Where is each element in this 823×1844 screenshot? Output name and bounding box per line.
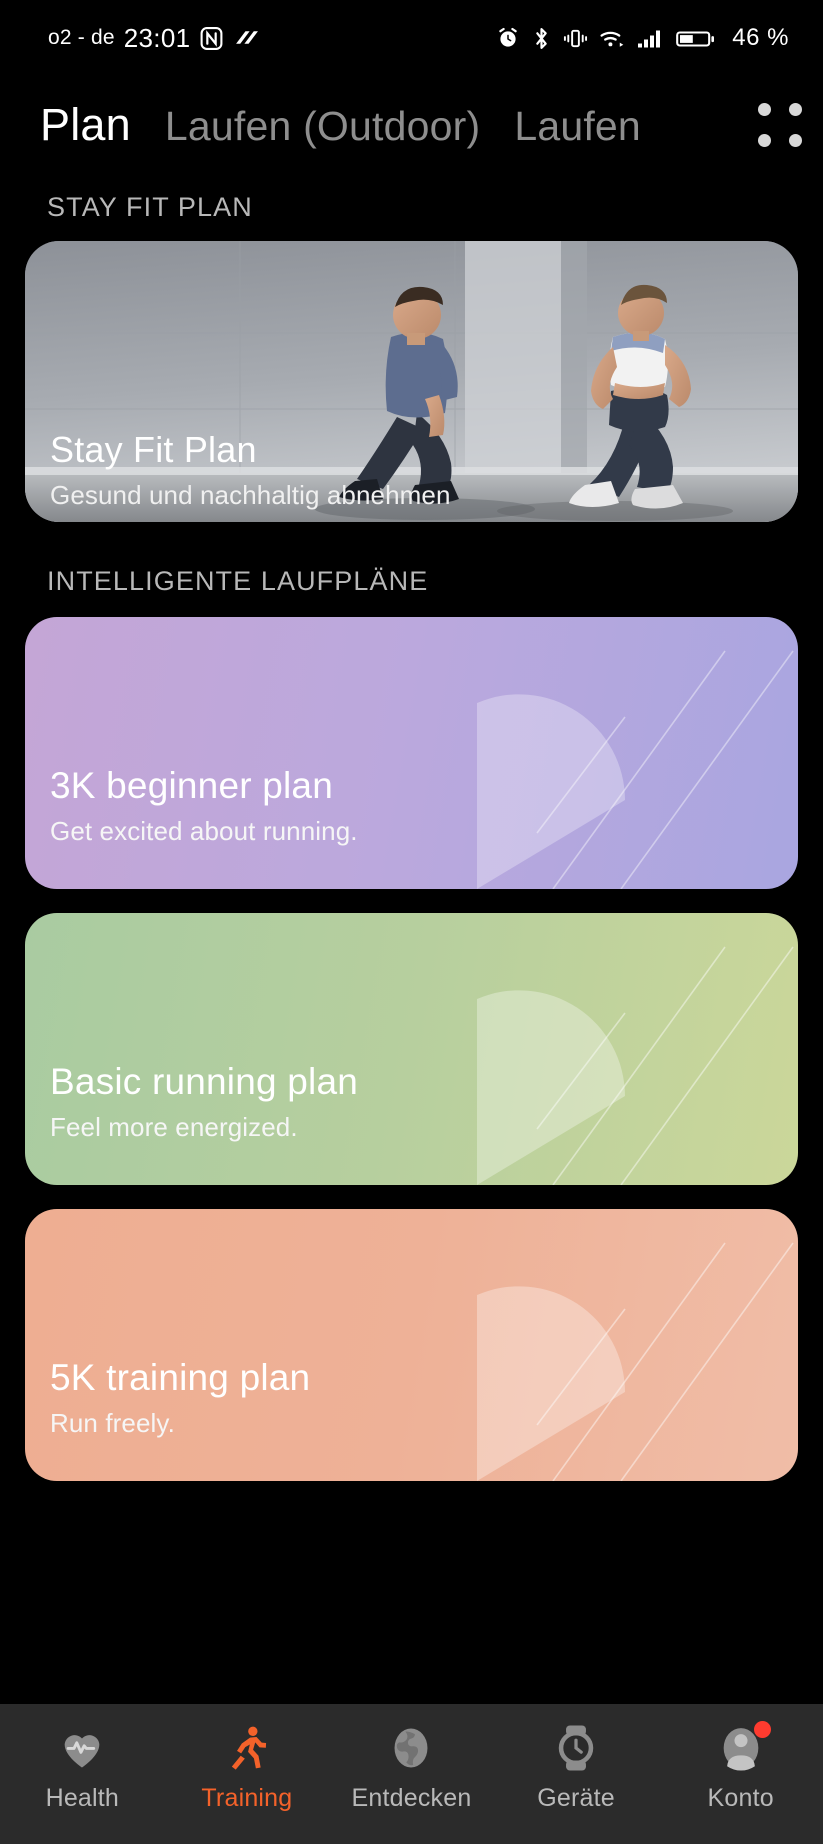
plan-text-block: Basic running plan Feel more energized.: [50, 1061, 358, 1143]
clock-label: 23:01: [123, 22, 191, 53]
plan-text-block: 5K training plan Run freely.: [50, 1357, 310, 1439]
plan-title: 5K training plan: [50, 1357, 311, 1398]
nav-label-konto: Konto: [707, 1784, 774, 1812]
nav-label-health: Health: [45, 1784, 120, 1812]
nav-label-training: Training: [201, 1784, 293, 1812]
alarm-icon: [496, 26, 520, 50]
nav-item-training[interactable]: Training: [165, 1722, 330, 1813]
bottom-navigation-bar: Health Training Entdecken Geräte Konto: [0, 1704, 823, 1844]
section-heading-smart-plans: INTELLIGENTE LAUFPLÄNE: [47, 566, 429, 596]
tab-plan[interactable]: Plan: [40, 99, 131, 151]
nav-label-entdecken: Entdecken: [351, 1784, 472, 1812]
tab-laufen[interactable]: Laufen: [514, 103, 641, 150]
data-saver-icon: [233, 26, 260, 51]
plan-card-basic-running[interactable]: Basic running plan Feel more energized.: [25, 913, 798, 1185]
app-header: Plan Laufen (Outdoor) Laufen: [0, 76, 823, 174]
plan-card-decoration: [477, 650, 794, 889]
plan-subtitle: Feel more energized.: [50, 1112, 298, 1142]
cellular-signal-icon: [637, 26, 665, 51]
tab-laufen-outdoor[interactable]: Laufen (Outdoor): [165, 103, 480, 150]
running-person-icon: [221, 1722, 273, 1774]
konto-notification-badge: [753, 1721, 771, 1738]
section-heading-stay-fit: STAY FIT PLAN: [47, 192, 253, 222]
stay-fit-text-block: Stay Fit Plan Gesund und nachhaltig abne…: [50, 429, 480, 512]
grid-menu-icon: [757, 102, 803, 148]
battery-percent-label: 46 %: [732, 24, 789, 51]
battery-icon: [676, 26, 716, 51]
scroll-content: STAY FIT PLAN Stay Fit Plan Gesund und n…: [0, 174, 823, 1481]
plan-card-3k-beginner[interactable]: 3K beginner plan Get excited about runni…: [25, 617, 798, 889]
phone-screen: o2 - de 23:01 46 % Plan Laufen (Outdoor)…: [0, 0, 823, 1844]
nav-item-entdecken[interactable]: Entdecken: [329, 1722, 494, 1813]
status-bar: o2 - de 23:01 46 %: [0, 0, 823, 76]
status-bar-right: 46 %: [496, 24, 789, 52]
stay-fit-title: Stay Fit Plan: [50, 428, 257, 470]
grid-menu-button[interactable]: [737, 76, 823, 174]
account-person-icon: [715, 1721, 771, 1774]
nav-item-geraete[interactable]: Geräte: [494, 1722, 659, 1813]
nav-item-health[interactable]: Health: [0, 1722, 165, 1813]
nav-label-geraete: Geräte: [537, 1784, 615, 1812]
plan-subtitle: Get excited about running.: [50, 816, 358, 846]
heart-pulse-icon: [56, 1722, 108, 1774]
plan-title: 3K beginner plan: [50, 765, 333, 806]
plan-card-decoration: [477, 1242, 794, 1481]
stay-fit-subtitle: Gesund und nachhaltig abnehmen: [50, 479, 451, 510]
globe-icon: [385, 1722, 437, 1774]
plan-card-decoration: [477, 946, 794, 1185]
plan-subtitle: Run freely.: [50, 1408, 175, 1438]
vibrate-icon: [563, 26, 588, 51]
nav-item-konto[interactable]: Konto: [658, 1721, 823, 1813]
nfc-icon: [199, 26, 224, 51]
watch-icon: [550, 1722, 602, 1774]
plan-title: Basic running plan: [50, 1061, 359, 1102]
tab-bar: Plan Laufen (Outdoor) Laufen: [40, 99, 737, 151]
plan-card-5k-training[interactable]: 5K training plan Run freely.: [25, 1209, 798, 1481]
wifi-icon: [599, 26, 626, 51]
bluetooth-icon: [531, 26, 552, 51]
plan-text-block: 3K beginner plan Get excited about runni…: [50, 765, 358, 847]
stay-fit-plan-card[interactable]: Stay Fit Plan Gesund und nachhaltig abne…: [25, 241, 798, 522]
carrier-label: o2 - de: [48, 26, 115, 49]
status-bar-left: o2 - de 23:01: [48, 23, 260, 54]
